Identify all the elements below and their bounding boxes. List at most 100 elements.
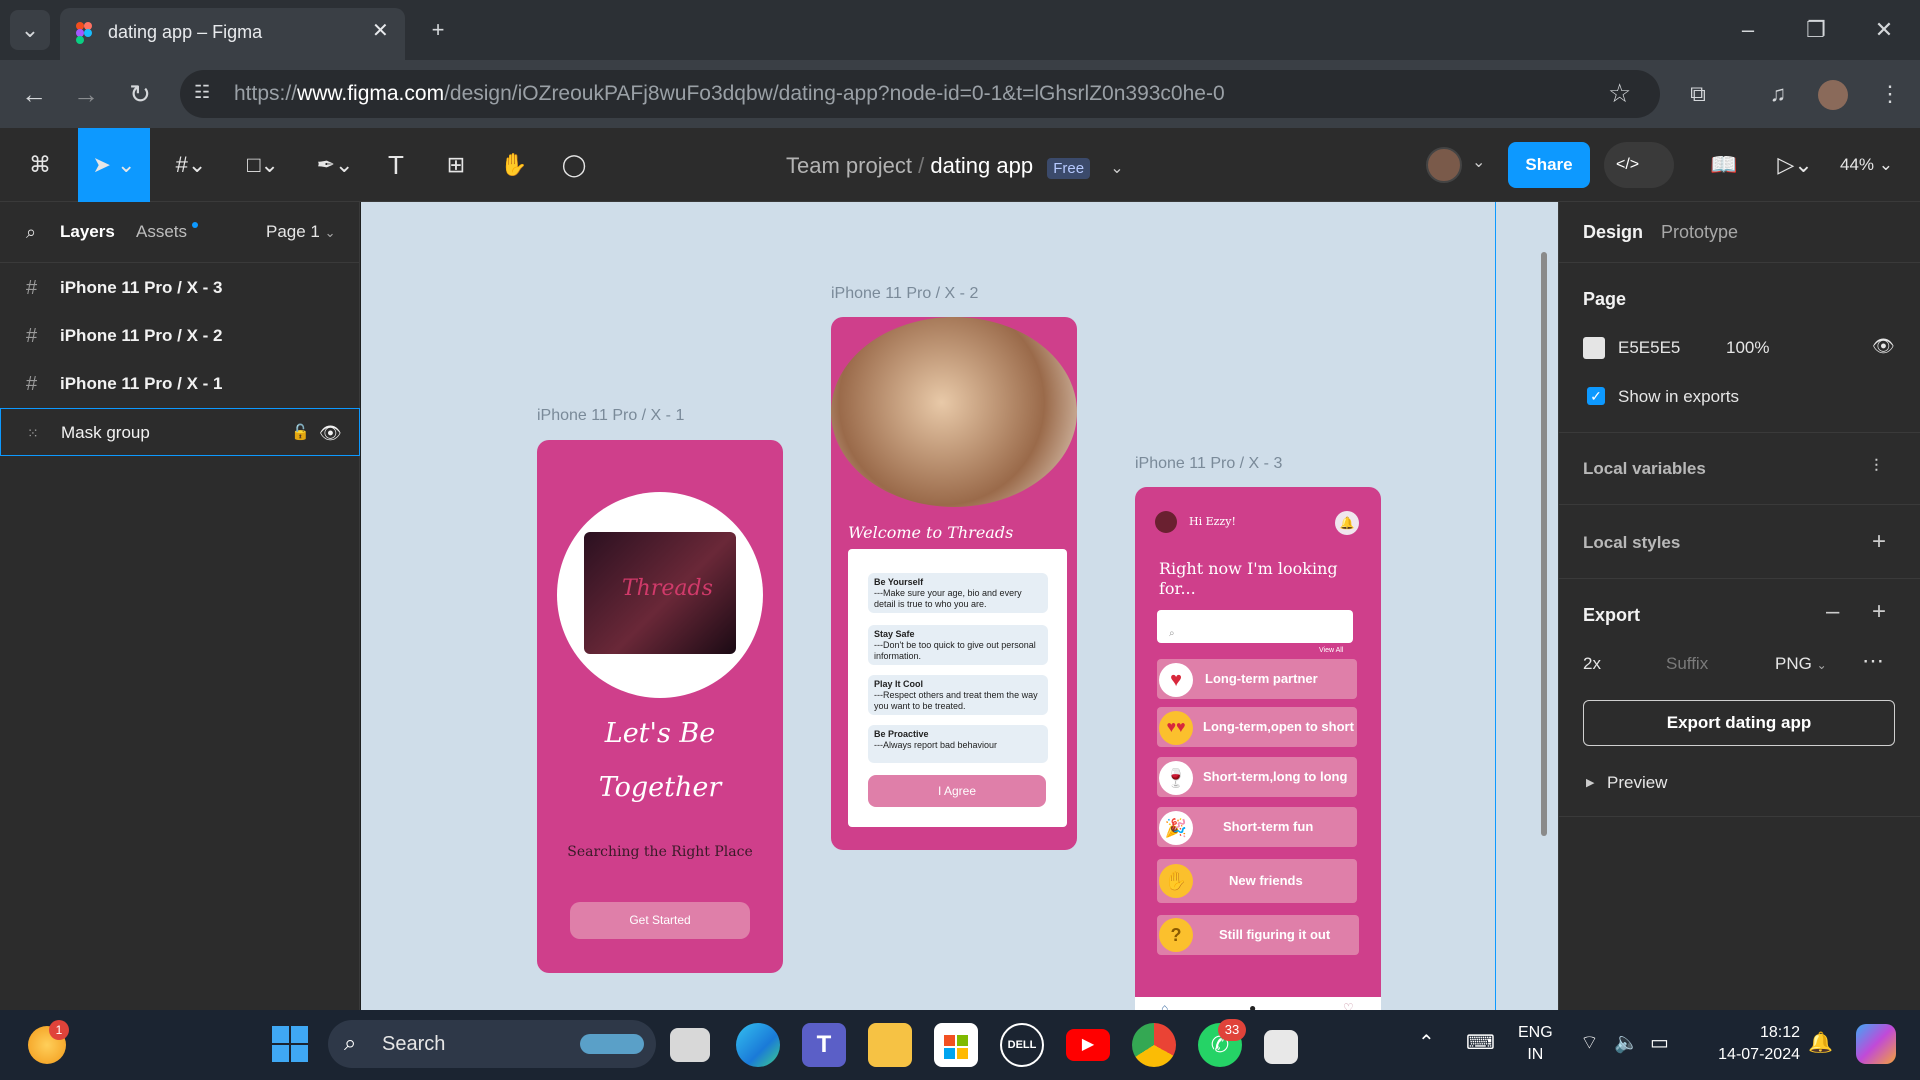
page-color-value[interactable]: E5E5E5 xyxy=(1618,338,1680,358)
task-view-icon[interactable] xyxy=(670,1028,710,1062)
export-more-icon[interactable]: ⋯ xyxy=(1862,648,1884,674)
home-nav-icon[interactable]: ⌂ xyxy=(1161,1001,1168,1010)
zoom-level[interactable]: 44% ⌄ xyxy=(1840,155,1893,175)
tab-list-chevron-icon[interactable]: ⌄ xyxy=(10,10,50,50)
avatar-chevron-icon[interactable]: ⌄ xyxy=(1472,152,1485,172)
phone-frame-3[interactable]: Hi Ezzy! 🔔 Right now I'm looking for... … xyxy=(1135,487,1381,1010)
frame-label[interactable]: iPhone 11 Pro / X - 1 xyxy=(537,407,684,425)
likes-nav-icon[interactable]: ♡ xyxy=(1343,1001,1354,1010)
unlock-icon[interactable]: 🔓 xyxy=(291,409,310,457)
notification-bell-icon[interactable]: 🔔 xyxy=(1335,511,1359,535)
youtube-icon[interactable]: ▶ xyxy=(1066,1029,1110,1061)
file-name[interactable]: dating app xyxy=(930,153,1033,178)
shape-tool-icon[interactable]: □⌄ xyxy=(234,128,292,202)
option-button[interactable]: ♥ Long-term partner xyxy=(1157,659,1357,699)
tab-layers[interactable]: Layers xyxy=(60,222,115,242)
option-button[interactable]: ✋ New friends xyxy=(1157,859,1357,903)
export-format-select[interactable]: PNG ⌄ xyxy=(1775,654,1827,674)
system-tray-chevron-icon[interactable]: ⌃ xyxy=(1418,1030,1435,1055)
tab-prototype[interactable]: Prototype xyxy=(1661,222,1738,243)
text-tool-icon[interactable]: T xyxy=(376,128,416,202)
page-selector[interactable]: Page 1 ⌄ xyxy=(266,222,336,242)
site-info-icon[interactable]: ☷ xyxy=(194,82,210,103)
media-control-icon[interactable]: ♫ xyxy=(1758,74,1798,114)
frame-label[interactable]: iPhone 11 Pro / X - 3 xyxy=(1135,455,1282,473)
frame-tool-icon[interactable]: #⌄ xyxy=(162,128,220,202)
layer-row[interactable]: # iPhone 11 Pro / X - 1 xyxy=(0,360,360,408)
profile-avatar[interactable] xyxy=(1818,80,1848,110)
remove-export-icon[interactable]: – xyxy=(1826,598,1839,626)
battery-icon[interactable]: ▭ xyxy=(1650,1030,1669,1055)
file-menu-chevron-icon[interactable]: ⌄ xyxy=(1110,160,1123,177)
language-indicator[interactable]: ENG IN xyxy=(1518,1022,1553,1066)
profile-nav-icon[interactable]: ● xyxy=(1249,1001,1256,1010)
comment-tool-icon[interactable]: ◯ xyxy=(554,128,594,202)
browser-menu-icon[interactable]: ⋮ xyxy=(1870,74,1910,114)
preview-toggle[interactable]: Preview xyxy=(1607,773,1667,793)
back-icon[interactable]: ← xyxy=(14,74,54,114)
local-styles-heading[interactable]: Local styles xyxy=(1583,533,1680,553)
option-button[interactable]: 🍷 Short-term,long to long xyxy=(1157,757,1357,797)
snipping-tool-icon[interactable] xyxy=(1264,1030,1298,1064)
share-button[interactable]: Share xyxy=(1508,142,1590,188)
new-tab-icon[interactable]: + xyxy=(418,10,458,50)
copilot-icon[interactable] xyxy=(1856,1024,1896,1064)
figma-main-menu-icon[interactable]: ⌘ xyxy=(18,128,62,202)
layers-search-icon[interactable]: ⌕ xyxy=(26,222,36,243)
layer-row[interactable]: # iPhone 11 Pro / X - 2 xyxy=(0,312,360,360)
phone-frame-2[interactable]: Welcome to Threads Be Yourself ---Make su… xyxy=(831,317,1077,850)
add-style-icon[interactable]: + xyxy=(1872,528,1886,556)
teams-icon[interactable]: T xyxy=(802,1023,846,1067)
layer-row-selected[interactable]: ⁙ Mask group 🔓 👁 xyxy=(0,408,360,456)
present-icon[interactable]: ▷⌄ xyxy=(1770,128,1820,202)
page-visibility-eye-icon[interactable]: 👁 xyxy=(1872,336,1895,357)
option-button[interactable]: ♥♥ Long-term,open to short xyxy=(1157,707,1357,747)
page-color-swatch[interactable] xyxy=(1583,337,1605,359)
option-button[interactable]: 🎉 Short-term fun xyxy=(1157,807,1357,847)
forward-icon[interactable]: → xyxy=(66,74,106,114)
search-field[interactable]: ⌕ xyxy=(1157,610,1353,643)
windows-start-icon[interactable] xyxy=(270,1024,310,1064)
file-explorer-icon[interactable] xyxy=(868,1023,912,1067)
dell-icon[interactable]: DELL xyxy=(1000,1023,1044,1067)
edge-browser-icon[interactable] xyxy=(736,1023,780,1067)
restore-icon[interactable]: ❐ xyxy=(1796,10,1836,50)
chrome-icon[interactable] xyxy=(1132,1023,1176,1067)
export-suffix-field[interactable]: Suffix xyxy=(1666,654,1708,674)
move-tool-icon[interactable]: ➤ ⌄ xyxy=(78,128,150,202)
variables-adjust-icon[interactable]: ⫶ xyxy=(1874,456,1879,477)
tab-close-icon[interactable]: ✕ xyxy=(372,18,389,43)
hand-tool-icon[interactable]: ✋ xyxy=(494,128,534,202)
clock[interactable]: 18:12 14-07-2024 xyxy=(1700,1022,1800,1066)
browser-tab[interactable]: dating app – Figma ✕ xyxy=(60,8,405,60)
resources-tool-icon[interactable]: ⊞ xyxy=(436,128,476,202)
window-close-icon[interactable]: ✕ xyxy=(1864,10,1904,50)
reload-icon[interactable]: ↻ xyxy=(120,74,160,114)
taskbar-search-box[interactable]: ⌕ Search xyxy=(328,1020,656,1068)
export-button[interactable]: Export dating app xyxy=(1583,700,1895,746)
agree-button[interactable]: I Agree xyxy=(868,775,1046,807)
canvas-scrollbar[interactable] xyxy=(1541,252,1547,836)
get-started-button[interactable]: Get Started xyxy=(570,902,750,939)
visibility-eye-icon[interactable]: 👁 xyxy=(319,409,342,457)
minimize-icon[interactable]: – xyxy=(1728,10,1768,50)
layer-row[interactable]: # iPhone 11 Pro / X - 3 xyxy=(0,264,360,312)
preview-caret-icon[interactable]: ▶ xyxy=(1586,776,1594,789)
tab-design[interactable]: Design xyxy=(1583,222,1643,243)
url-field[interactable]: ☷ https://www.figma.com/design/iOZreoukP… xyxy=(180,70,1660,118)
local-variables-heading[interactable]: Local variables xyxy=(1583,459,1706,479)
collaborator-avatar[interactable] xyxy=(1426,147,1462,183)
plan-badge[interactable]: Free xyxy=(1047,158,1091,179)
library-icon[interactable]: 📖 xyxy=(1704,128,1744,202)
dev-mode-toggle[interactable]: </> xyxy=(1604,142,1674,188)
keyboard-icon[interactable]: ⌨ xyxy=(1466,1030,1495,1055)
export-scale[interactable]: 2x xyxy=(1583,654,1601,674)
add-export-icon[interactable]: + xyxy=(1872,598,1886,626)
team-name[interactable]: Team project xyxy=(786,153,912,178)
bookmark-star-icon[interactable]: ☆ xyxy=(1608,78,1631,109)
tab-assets[interactable]: Assets xyxy=(136,222,187,242)
microsoft-store-icon[interactable] xyxy=(934,1023,978,1067)
view-all-link[interactable]: View All xyxy=(1319,647,1343,654)
page-opacity-value[interactable]: 100% xyxy=(1726,338,1769,358)
design-canvas[interactable]: iPhone 11 Pro / X - 1 Threads Let's Be T… xyxy=(361,202,1496,1010)
